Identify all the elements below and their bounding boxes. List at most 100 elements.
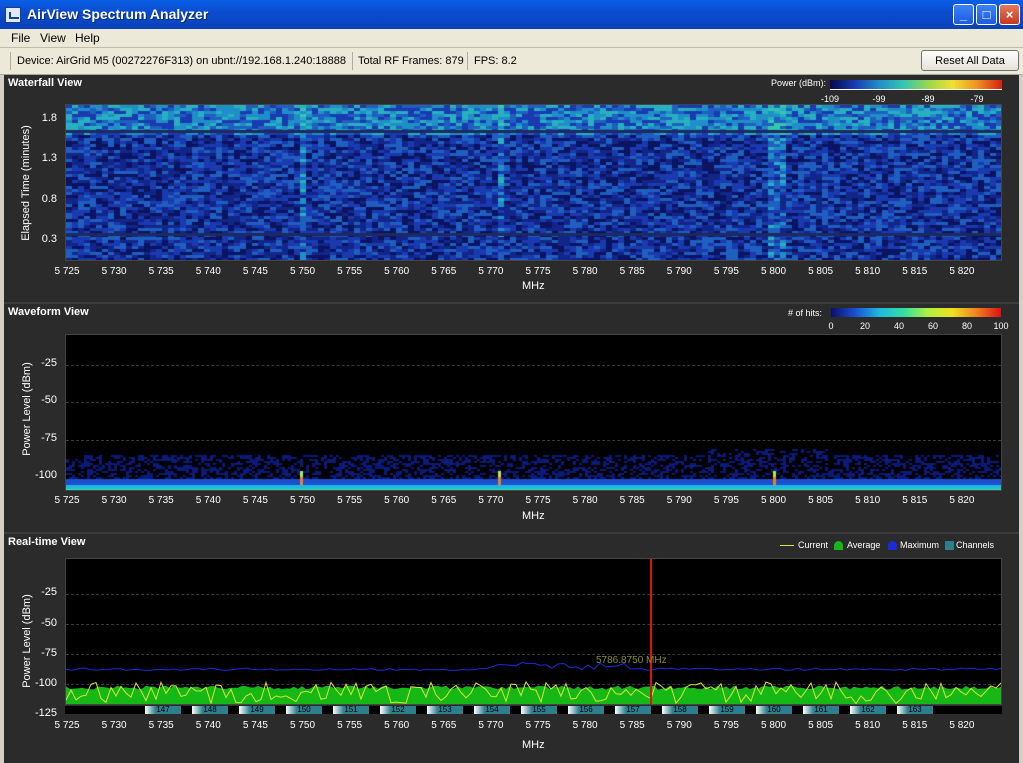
- channel-block: 149: [239, 706, 275, 714]
- legend-maximum: Maximum: [900, 540, 940, 550]
- maximum-line: [66, 661, 1001, 672]
- device-info: Device: AirGrid M5 (00272276F313) on ubn…: [17, 55, 347, 67]
- realtime-x-axis-label: MHz: [522, 739, 545, 751]
- power-legend-label: Power (dBm):: [771, 78, 827, 88]
- average-legend-swatch: [834, 541, 843, 550]
- hits-scale-label: 0: [828, 321, 834, 331]
- waterfall-y-tick: 1.3: [41, 152, 57, 164]
- menu-file[interactable]: File: [11, 31, 30, 45]
- x-tick-label: 5 750: [289, 266, 316, 277]
- channel-block: 148: [192, 706, 228, 714]
- waterfall-y-tick: 1.8: [41, 112, 57, 124]
- x-tick-label: 5 745: [242, 266, 268, 277]
- channel-block: 150: [286, 706, 322, 714]
- waveform-y-tick: -25: [41, 357, 57, 369]
- waterfall-plot[interactable]: [65, 104, 1002, 261]
- x-tick-label: 5 730: [101, 495, 127, 506]
- x-tick-label: 5 765: [431, 720, 457, 731]
- waterfall-y-tick: 0.3: [41, 233, 57, 245]
- realtime-plot[interactable]: 5786.8750 MHz: [65, 558, 1002, 705]
- window-title: AirView Spectrum Analyzer: [27, 6, 209, 22]
- x-tick-label: 5 770: [478, 720, 504, 731]
- x-tick-label: 5 750: [289, 720, 316, 731]
- x-tick-label: 5 795: [713, 266, 739, 277]
- status-toolbar: Device: AirGrid M5 (00272276F313) on ubn…: [0, 48, 1023, 75]
- cursor-frequency-label: 5786.8750 MHz: [596, 655, 667, 666]
- x-tick-label: 5 785: [619, 720, 645, 731]
- reset-all-data-button[interactable]: Reset All Data: [921, 50, 1019, 71]
- x-tick-label: 5 760: [384, 266, 410, 277]
- power-scale-label: -89: [921, 94, 935, 104]
- hits-scale-label: 20: [859, 321, 870, 331]
- x-tick-label: 5 730: [101, 266, 127, 277]
- realtime-panel: Real-time View Current Average Maximum C…: [4, 534, 1019, 763]
- frequency-cursor[interactable]: [650, 559, 652, 704]
- waveform-panel: Waveform View # of hits: 0 20 40 60 80 1…: [4, 304, 1019, 534]
- x-tick-label: 5 790: [666, 495, 692, 506]
- channel-block: 152: [380, 706, 416, 714]
- x-tick-label: 5 815: [902, 495, 928, 506]
- rf-frames-count: Total RF Frames: 879: [358, 55, 464, 67]
- minimize-button[interactable]: _: [953, 4, 974, 25]
- x-tick-label: 5 760: [384, 720, 410, 731]
- power-scale-label: -99: [872, 94, 886, 104]
- x-tick-label: 5 820: [949, 266, 975, 277]
- channel-block: 147: [145, 706, 181, 714]
- x-tick-label: 5 725: [54, 266, 80, 277]
- x-tick-label: 5 740: [195, 266, 221, 277]
- close-button[interactable]: ×: [999, 4, 1020, 25]
- x-tick-label: 5 810: [855, 720, 881, 731]
- realtime-title: Real-time View: [8, 536, 86, 548]
- x-tick-label: 5 755: [337, 720, 363, 731]
- x-tick-label: 5 815: [902, 266, 928, 277]
- channel-block: 162: [850, 706, 886, 714]
- x-tick-label: 5 770: [478, 266, 504, 277]
- legend-current: Current: [798, 540, 829, 550]
- power-scale-axis: [830, 89, 1002, 90]
- x-tick-label: 5 730: [101, 720, 127, 731]
- menu-bar: File View Help: [0, 29, 1023, 48]
- realtime-y-tick: -75: [41, 647, 57, 659]
- power-scale-label: -79: [970, 94, 984, 104]
- x-tick-label: 5 775: [525, 720, 551, 731]
- legend-average: Average: [847, 540, 881, 550]
- x-tick-label: 5 725: [54, 495, 80, 506]
- hits-scale-label: 100: [993, 321, 1009, 331]
- x-tick-label: 5 760: [384, 495, 410, 506]
- realtime-chart: [66, 661, 1001, 704]
- x-tick-label: 5 815: [902, 720, 928, 731]
- menu-help[interactable]: Help: [75, 31, 100, 45]
- x-tick-label: 5 820: [949, 720, 975, 731]
- x-tick-label: 5 805: [808, 266, 834, 277]
- power-scale-label: -109: [820, 94, 839, 104]
- hits-legend-label: # of hits:: [788, 308, 823, 318]
- x-tick-label: 5 745: [242, 720, 268, 731]
- waterfall-x-axis-label: MHz: [522, 280, 545, 292]
- x-tick-label: 5 795: [713, 720, 739, 731]
- channel-block: 155: [521, 706, 557, 714]
- x-tick-label: 5 790: [666, 266, 692, 277]
- toolbar-separator: [352, 52, 353, 70]
- hits-scale-label: 40: [893, 321, 904, 331]
- x-tick-label: 5 735: [148, 720, 174, 731]
- toolbar-grip: [10, 52, 11, 70]
- channel-block: 151: [333, 706, 369, 714]
- main-area: Waterfall View Power (dBm): -109 -99 -89…: [4, 75, 1019, 763]
- x-tick-label: 5 785: [619, 495, 645, 506]
- waveform-y-tick: -100: [34, 469, 57, 481]
- x-tick-label: 5 775: [525, 495, 551, 506]
- menu-view[interactable]: View: [40, 31, 66, 45]
- channel-block: 153: [427, 706, 463, 714]
- x-tick-label: 5 805: [808, 495, 834, 506]
- hits-scale-label: 80: [961, 321, 972, 331]
- x-tick-label: 5 740: [195, 720, 221, 731]
- maximize-button[interactable]: □: [976, 4, 997, 25]
- waveform-x-axis-label: MHz: [522, 510, 545, 522]
- x-tick-label: 5 780: [572, 720, 598, 731]
- waveform-title: Waveform View: [8, 306, 89, 318]
- channel-block: 163: [897, 706, 933, 714]
- title-bar: AirView Spectrum Analyzer _ □ ×: [0, 0, 1023, 29]
- x-tick-label: 5 795: [713, 495, 739, 506]
- waveform-plot[interactable]: [65, 334, 1002, 491]
- x-tick-label: 5 735: [148, 266, 174, 277]
